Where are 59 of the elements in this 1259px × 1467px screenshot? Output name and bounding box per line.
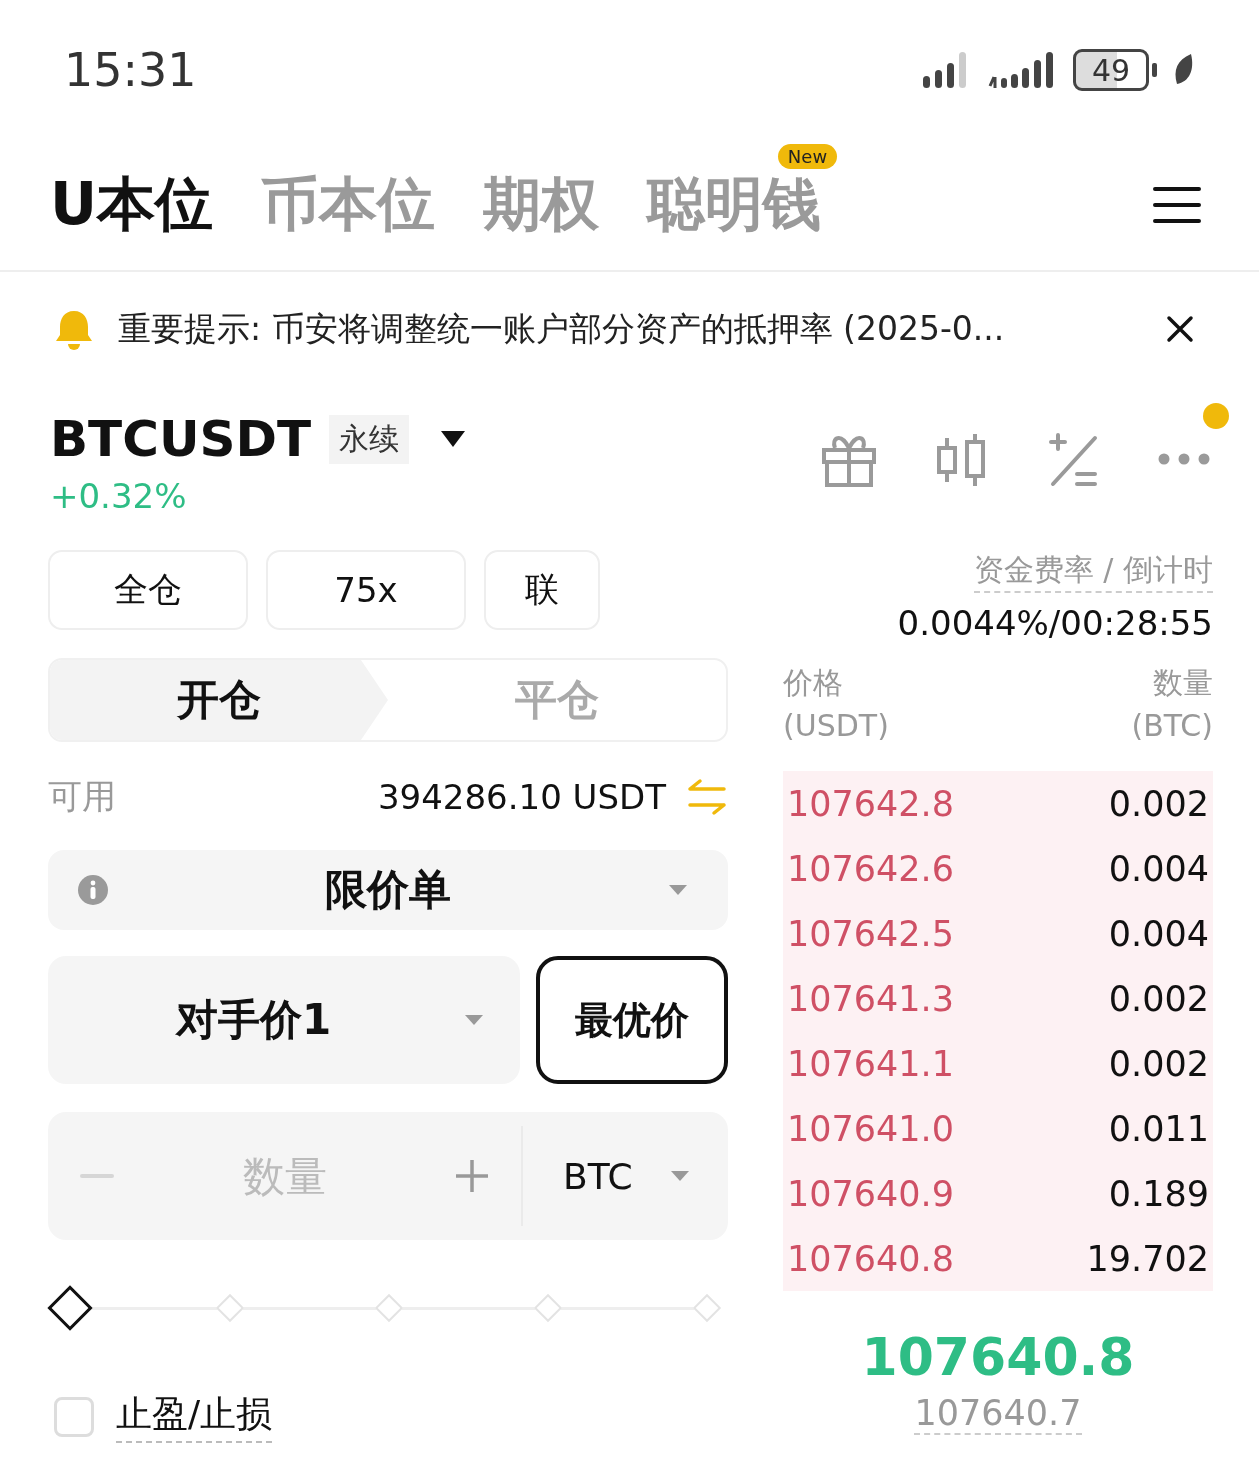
calculator-icon[interactable] bbox=[1047, 432, 1099, 488]
ask-quantity: 0.011 bbox=[1108, 1108, 1209, 1149]
caret-icon bbox=[668, 884, 688, 896]
tp-sl-label[interactable]: 止盈/止损 bbox=[116, 1390, 273, 1443]
ask-price[interactable]: 107642.5 bbox=[787, 913, 954, 954]
ask-price[interactable]: 107641.3 bbox=[787, 978, 954, 1019]
checkbox[interactable] bbox=[54, 1396, 94, 1437]
ask-quantity: 0.004 bbox=[1108, 848, 1209, 889]
ask-quantity: 0.002 bbox=[1108, 978, 1209, 1019]
margin-button[interactable]: 联 bbox=[484, 550, 600, 630]
ask-quantity: 0.002 bbox=[1108, 1043, 1209, 1084]
ask-price[interactable]: 107640.8 bbox=[787, 1238, 954, 1279]
unit-select[interactable]: BTC bbox=[523, 1112, 728, 1240]
tab[interactable]: 币本位 bbox=[261, 166, 436, 244]
contract-tag: 永续 bbox=[329, 414, 410, 464]
funding-label[interactable]: 资金费率 / 倒计时 bbox=[973, 550, 1213, 593]
new-badge: New bbox=[777, 144, 838, 169]
ask-price[interactable]: 107641.1 bbox=[787, 1043, 954, 1084]
column-unit: (USDT) bbox=[783, 708, 889, 743]
available-balance: 394286.10 USDT bbox=[377, 777, 666, 817]
tab[interactable]: U本位 bbox=[50, 166, 214, 244]
mark-price[interactable]: 107640.7 bbox=[914, 1393, 1082, 1435]
price-select[interactable]: 对手价1 bbox=[48, 956, 520, 1084]
notice-text[interactable]: 重要提示: 币安将调整统一账户部分资产的抵押率 (2025-0... bbox=[118, 306, 1143, 352]
close-icon[interactable] bbox=[1165, 314, 1195, 344]
transfer-icon[interactable] bbox=[686, 777, 728, 817]
tab[interactable]: 期权 bbox=[483, 166, 600, 244]
caret-icon bbox=[670, 1170, 690, 1182]
side-tab[interactable]: 开仓 bbox=[50, 660, 388, 740]
caret-icon bbox=[464, 1014, 484, 1026]
order-type-select[interactable]: 限价单 bbox=[48, 850, 728, 930]
symbol-name[interactable]: BTCUSDT bbox=[50, 410, 312, 468]
margin-button[interactable]: 全仓 bbox=[48, 550, 248, 630]
price-change: +0.32% bbox=[50, 476, 188, 516]
column-header: 数量 bbox=[1153, 664, 1213, 702]
quantity-input[interactable]: 数量 bbox=[134, 1150, 435, 1202]
ask-price[interactable]: 107641.0 bbox=[787, 1108, 954, 1149]
tab[interactable]: 聪明钱 bbox=[647, 166, 822, 244]
info-icon bbox=[78, 875, 108, 905]
ask-quantity: 0.004 bbox=[1108, 913, 1209, 954]
column-header: 价格 bbox=[783, 664, 844, 702]
plus-icon[interactable] bbox=[455, 1159, 489, 1193]
last-price: 107640.8 bbox=[861, 1327, 1135, 1387]
clock-time: 15:31 bbox=[64, 43, 197, 97]
side-tab[interactable]: 平仓 bbox=[388, 660, 726, 740]
best-price-button[interactable]: 最优价 bbox=[536, 956, 728, 1084]
ask-quantity: 0.189 bbox=[1108, 1173, 1209, 1214]
column-unit: (BTC) bbox=[1131, 708, 1213, 743]
ask-price[interactable]: 107642.6 bbox=[787, 848, 954, 889]
ask-price[interactable]: 107642.8 bbox=[787, 783, 954, 824]
menu-icon[interactable] bbox=[1153, 185, 1201, 225]
ask-quantity: 0.002 bbox=[1108, 783, 1209, 824]
more-icon[interactable] bbox=[1157, 451, 1211, 466]
available-label: 可用 bbox=[48, 775, 116, 818]
ask-quantity: 19.702 bbox=[1086, 1238, 1209, 1279]
ask-price[interactable]: 107640.9 bbox=[787, 1173, 954, 1214]
funding-value: 0.0044%/00:28:55 bbox=[897, 603, 1213, 643]
caret-icon[interactable] bbox=[439, 429, 468, 449]
margin-button[interactable]: 75x bbox=[266, 550, 466, 630]
